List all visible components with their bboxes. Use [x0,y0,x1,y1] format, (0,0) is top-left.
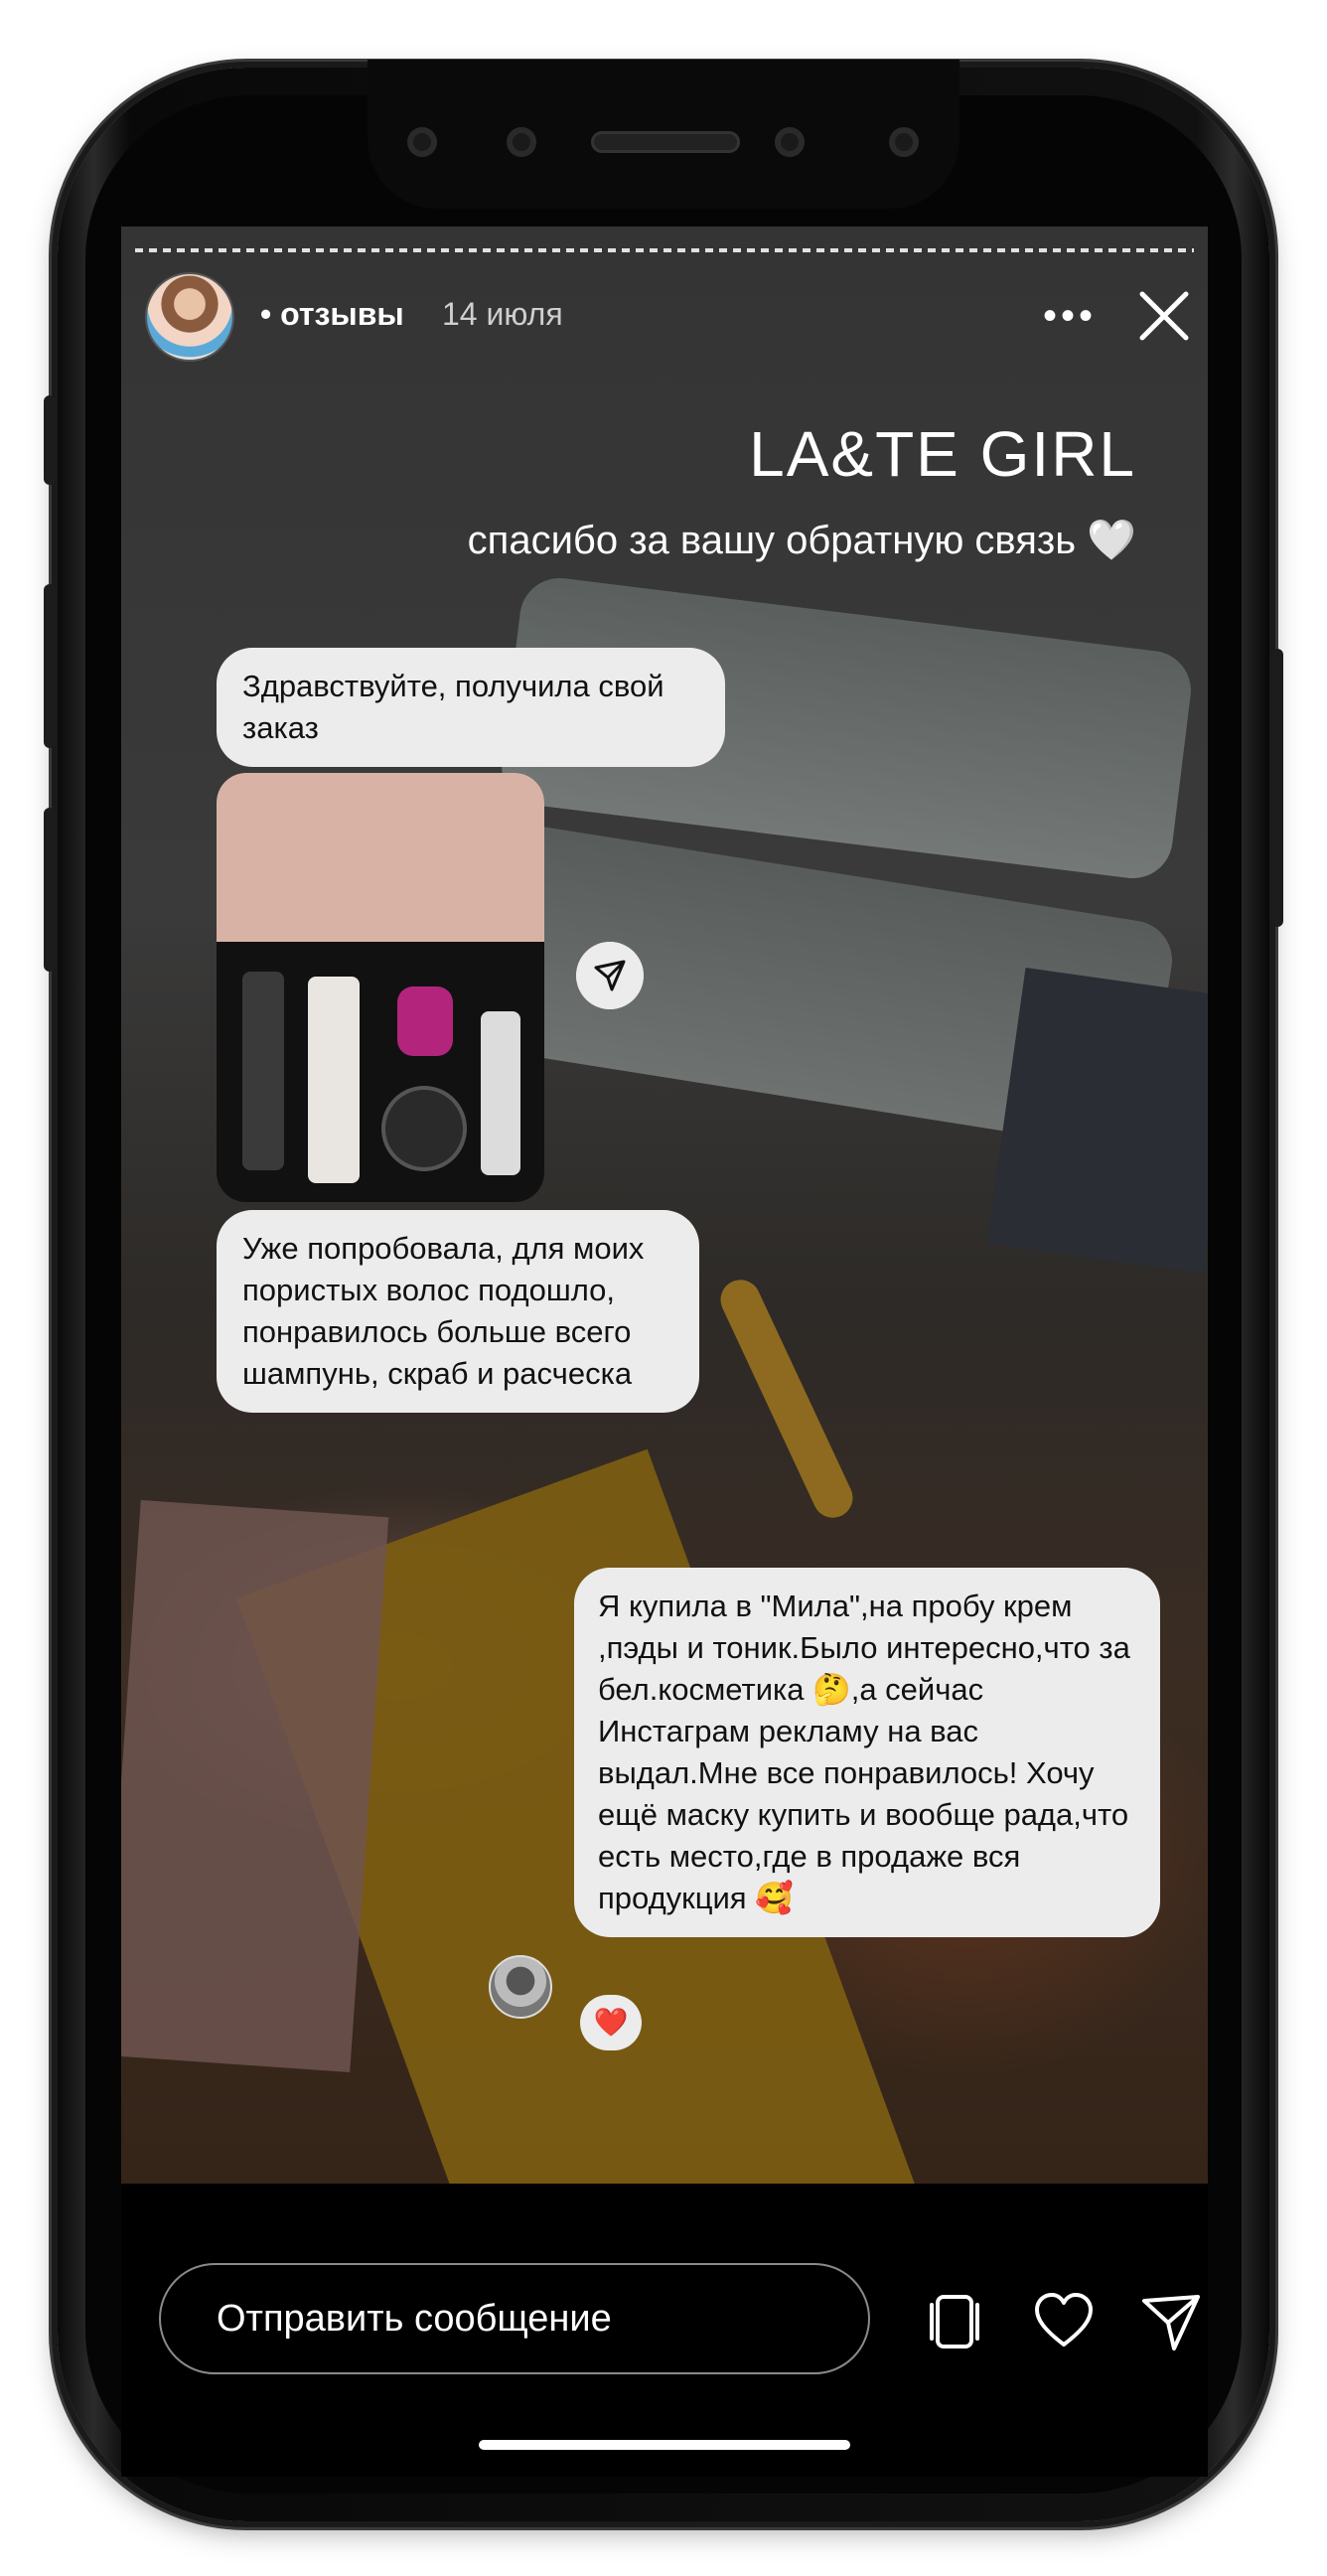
photo-box-lid [217,773,544,942]
volume-down-button [44,808,56,972]
front-camera [507,127,536,157]
proximity-sensor [889,127,919,157]
background-box [986,968,1208,1274]
power-button [1271,649,1283,927]
sender-avatar[interactable] [489,1955,552,2019]
phone-screen: • отзывы 14 июля ••• LA&TE GIRL спасибо … [121,227,1208,2477]
account-avatar[interactable] [145,272,234,362]
sensor-dot-2 [775,127,805,157]
share-icon[interactable] [576,942,644,1009]
reply-bar: Отправить сообщение [121,2184,1208,2477]
photo-spray-bottle [481,1011,520,1175]
mute-switch [44,395,56,485]
volume-up-button [44,584,56,748]
message-photo [217,773,544,1202]
phone-notch [368,60,959,209]
story-title: LA&TE GIRL [749,418,1136,490]
photo-tube-white [308,977,360,1183]
message-bubble-feedback: Уже попробовала, для моих пористых волос… [217,1210,699,1413]
message-input[interactable]: Отправить сообщение [159,2263,870,2374]
sensor-dot [407,127,437,157]
more-icon[interactable]: ••• [1043,296,1093,336]
story-viewer[interactable]: • отзывы 14 июля ••• LA&TE GIRL спасибо … [121,227,1208,2184]
account-name[interactable]: • отзывы [260,296,404,333]
message-bubble-greeting: Здравствуйте, получила свой заказ [217,648,725,767]
send-icon[interactable] [1140,2291,1202,2352]
story-date: 14 июля [442,296,563,332]
earpiece-speaker [591,131,740,153]
message-bubble-review: Я купила в "Мила",на пробу крем ,пэды и … [574,1568,1160,1937]
background-pink-bag [121,1499,389,2073]
heart-icon[interactable] [1033,2291,1095,2352]
story-progress-bar [135,248,1194,252]
stickers-icon[interactable] [924,2291,985,2352]
photo-bottle-dark [242,972,284,1170]
close-icon[interactable] [1136,288,1192,344]
heart-reaction: ❤️ [580,1995,642,2050]
story-subtitle: спасибо за вашу обратную связь 🤍 [467,519,1136,562]
photo-brush-pink [397,986,453,1056]
photo-jar [381,1086,467,1171]
home-indicator[interactable] [479,2440,850,2450]
background-gold-roller [713,1273,860,1525]
